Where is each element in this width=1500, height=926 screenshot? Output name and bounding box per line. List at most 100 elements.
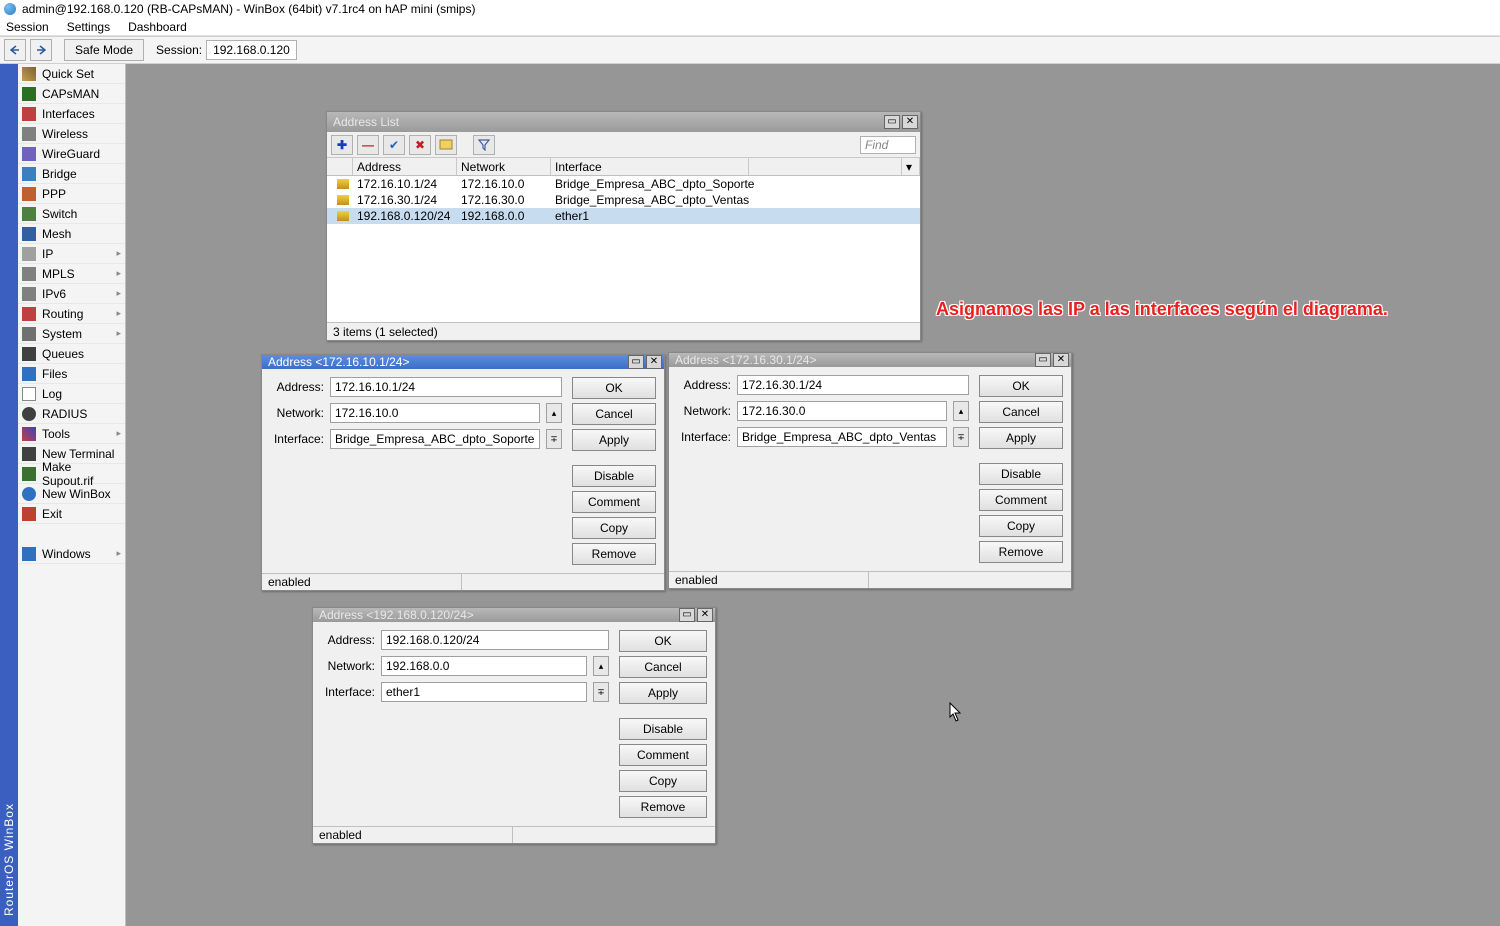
main-toolbar: Safe Mode Session: 192.168.0.120 bbox=[0, 36, 1500, 64]
up-arrow-icon[interactable]: ▴ bbox=[593, 656, 609, 676]
sidebar-item-exit[interactable]: Exit bbox=[18, 504, 125, 524]
comment-button[interactable]: Comment bbox=[619, 744, 707, 766]
sidebar-item-tools[interactable]: Tools▸ bbox=[18, 424, 125, 444]
apply-button[interactable]: Apply bbox=[572, 429, 656, 451]
window-titlebar[interactable]: Address <172.16.30.1/24> ▭✕ bbox=[669, 353, 1071, 367]
copy-button[interactable]: Copy bbox=[619, 770, 707, 792]
comment-button[interactable]: Comment bbox=[979, 489, 1063, 511]
col-dropdown-icon[interactable]: ▾ bbox=[902, 158, 920, 175]
disable-button[interactable]: Disable bbox=[979, 463, 1063, 485]
menu-settings[interactable]: Settings bbox=[67, 20, 110, 34]
sidebar-item-queues[interactable]: Queues bbox=[18, 344, 125, 364]
address-dialog-3[interactable]: Address <192.168.0.120/24> ▭✕ Address:19… bbox=[312, 607, 716, 844]
close-icon[interactable]: ✕ bbox=[646, 355, 662, 369]
apply-button[interactable]: Apply bbox=[619, 682, 707, 704]
window-titlebar[interactable]: Address <172.16.10.1/24> ▭✕ bbox=[262, 355, 664, 369]
close-icon[interactable]: ✕ bbox=[902, 115, 918, 129]
cancel-button[interactable]: Cancel bbox=[619, 656, 707, 678]
add-button[interactable]: ✚ bbox=[331, 135, 353, 155]
sidebar-item-ip[interactable]: IP▸ bbox=[18, 244, 125, 264]
window-titlebar[interactable]: Address <192.168.0.120/24> ▭✕ bbox=[313, 608, 715, 622]
minimize-icon[interactable]: ▭ bbox=[628, 355, 644, 369]
sidebar-item-bridge[interactable]: Bridge bbox=[18, 164, 125, 184]
filter-button[interactable] bbox=[473, 135, 495, 155]
network-input[interactable]: 172.16.30.0 bbox=[737, 401, 947, 421]
sidebar-item-wireguard[interactable]: WireGuard bbox=[18, 144, 125, 164]
col-interface[interactable]: Interface bbox=[551, 158, 749, 175]
col-address[interactable]: Address bbox=[353, 158, 457, 175]
apply-button[interactable]: Apply bbox=[979, 427, 1063, 449]
sidebar-item-label: Bridge bbox=[42, 167, 77, 181]
find-input[interactable]: Find bbox=[860, 136, 916, 154]
sidebar-item-mesh[interactable]: Mesh bbox=[18, 224, 125, 244]
ok-button[interactable]: OK bbox=[619, 630, 707, 652]
remove-button[interactable]: — bbox=[357, 135, 379, 155]
table-row[interactable]: 192.168.0.120/24192.168.0.0ether1 bbox=[327, 208, 920, 224]
cancel-button[interactable]: Cancel bbox=[572, 403, 656, 425]
enable-button[interactable]: ✔ bbox=[383, 135, 405, 155]
window-titlebar[interactable]: Address List ▭ ✕ bbox=[327, 112, 920, 132]
interface-select[interactable]: Bridge_Empresa_ABC_dpto_Ventas bbox=[737, 427, 947, 447]
remove-button[interactable]: Remove bbox=[619, 796, 707, 818]
sidebar-item-interfaces[interactable]: Interfaces bbox=[18, 104, 125, 124]
sidebar-item-wireless[interactable]: Wireless bbox=[18, 124, 125, 144]
address-input[interactable]: 172.16.10.1/24 bbox=[330, 377, 562, 397]
undo-button[interactable] bbox=[4, 39, 26, 61]
safe-mode-button[interactable]: Safe Mode bbox=[64, 39, 144, 61]
sidebar-item-mpls[interactable]: MPLS▸ bbox=[18, 264, 125, 284]
sidebar-item-log[interactable]: Log bbox=[18, 384, 125, 404]
table-row[interactable]: 172.16.10.1/24172.16.10.0Bridge_Empresa_… bbox=[327, 176, 920, 192]
sidebar-item-capsman[interactable]: CAPsMAN bbox=[18, 84, 125, 104]
up-arrow-icon[interactable]: ▴ bbox=[546, 403, 562, 423]
col-network[interactable]: Network bbox=[457, 158, 551, 175]
comment-button[interactable] bbox=[435, 135, 457, 155]
sidebar-icon bbox=[22, 167, 36, 181]
copy-button[interactable]: Copy bbox=[572, 517, 656, 539]
close-icon[interactable]: ✕ bbox=[1053, 353, 1069, 367]
network-input[interactable]: 172.16.10.0 bbox=[330, 403, 540, 423]
sidebar-item-system[interactable]: System▸ bbox=[18, 324, 125, 344]
address-dialog-2[interactable]: Address <172.16.30.1/24> ▭✕ Address:172.… bbox=[668, 352, 1072, 589]
copy-button[interactable]: Copy bbox=[979, 515, 1063, 537]
sidebar-item-ipv6[interactable]: IPv6▸ bbox=[18, 284, 125, 304]
menu-session[interactable]: Session bbox=[6, 20, 49, 34]
sidebar-item-files[interactable]: Files bbox=[18, 364, 125, 384]
table-row[interactable]: 172.16.30.1/24172.16.30.0Bridge_Empresa_… bbox=[327, 192, 920, 208]
menu-dashboard[interactable]: Dashboard bbox=[128, 20, 187, 34]
dropdown-icon[interactable]: ∓ bbox=[593, 682, 609, 702]
sidebar-item-ppp[interactable]: PPP bbox=[18, 184, 125, 204]
minimize-icon[interactable]: ▭ bbox=[884, 115, 900, 129]
redo-button[interactable] bbox=[30, 39, 52, 61]
disable-button[interactable]: ✖ bbox=[409, 135, 431, 155]
address-dialog-1[interactable]: Address <172.16.10.1/24> ▭✕ Address:172.… bbox=[261, 354, 665, 591]
dropdown-icon[interactable]: ∓ bbox=[546, 429, 562, 449]
address-input[interactable]: 192.168.0.120/24 bbox=[381, 630, 609, 650]
comment-button[interactable]: Comment bbox=[572, 491, 656, 513]
minimize-icon[interactable]: ▭ bbox=[679, 608, 695, 622]
minimize-icon[interactable]: ▭ bbox=[1035, 353, 1051, 367]
sidebar-item-quick-set[interactable]: Quick Set bbox=[18, 64, 125, 84]
close-icon[interactable]: ✕ bbox=[697, 608, 713, 622]
ok-button[interactable]: OK bbox=[572, 377, 656, 399]
sidebar-item-make-supout-rif[interactable]: Make Supout.rif bbox=[18, 464, 125, 484]
address-input[interactable]: 172.16.30.1/24 bbox=[737, 375, 969, 395]
up-arrow-icon[interactable]: ▴ bbox=[953, 401, 969, 421]
disable-button[interactable]: Disable bbox=[572, 465, 656, 487]
ok-button[interactable]: OK bbox=[979, 375, 1063, 397]
sidebar-item-windows[interactable]: Windows▸ bbox=[18, 544, 125, 564]
remove-button[interactable]: Remove bbox=[979, 541, 1063, 563]
interface-select[interactable]: Bridge_Empresa_ABC_dpto_Soporte bbox=[330, 429, 540, 449]
sidebar-item-new-winbox[interactable]: New WinBox bbox=[18, 484, 125, 504]
cancel-button[interactable]: Cancel bbox=[979, 401, 1063, 423]
dropdown-icon[interactable]: ∓ bbox=[953, 427, 969, 447]
cell-address: 172.16.10.1/24 bbox=[353, 177, 457, 191]
network-input[interactable]: 192.168.0.0 bbox=[381, 656, 587, 676]
interface-select[interactable]: ether1 bbox=[381, 682, 587, 702]
sidebar-icon bbox=[22, 487, 36, 501]
disable-button[interactable]: Disable bbox=[619, 718, 707, 740]
address-list-window[interactable]: Address List ▭ ✕ ✚ — ✔ ✖ Find Address bbox=[326, 111, 921, 341]
remove-button[interactable]: Remove bbox=[572, 543, 656, 565]
sidebar-item-switch[interactable]: Switch bbox=[18, 204, 125, 224]
sidebar-item-routing[interactable]: Routing▸ bbox=[18, 304, 125, 324]
sidebar-item-radius[interactable]: RADIUS bbox=[18, 404, 125, 424]
